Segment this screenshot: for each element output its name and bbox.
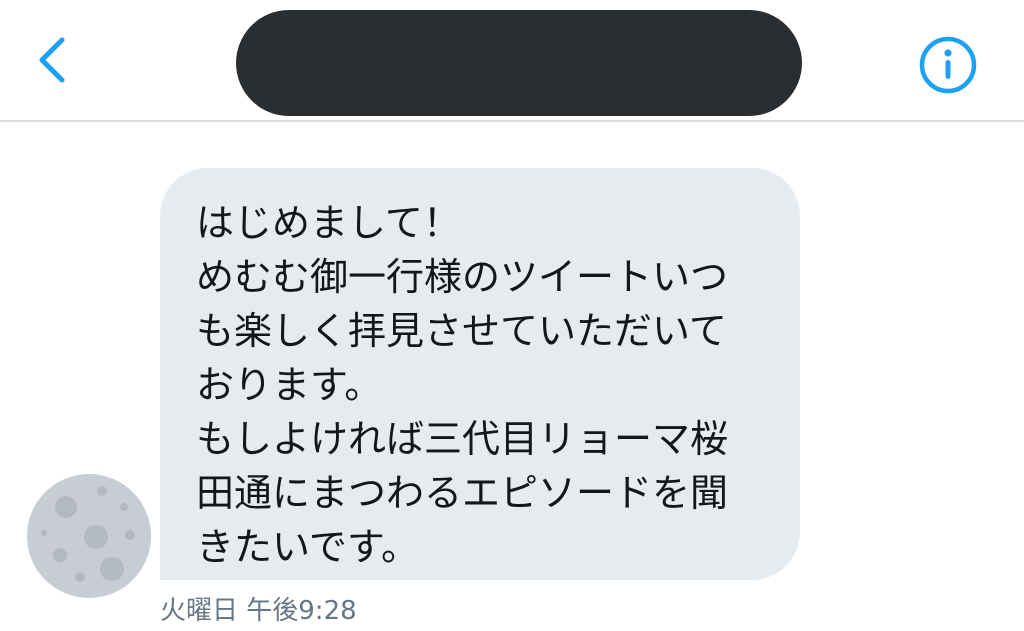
- message-line: はじめまして！: [196, 201, 461, 245]
- message-bubble[interactable]: はじめまして！ めむむ御一行様のツイートいつ も楽しく拝見させていただいて おり…: [160, 168, 800, 580]
- message-timestamp: 火曜日 午後9:28: [160, 596, 357, 626]
- message-line: きたいです。: [196, 525, 420, 569]
- message-line: 田通にまつわるエピソードを聞: [196, 471, 729, 515]
- message-line: おります。: [196, 363, 383, 407]
- chevron-left-icon: [39, 37, 65, 83]
- back-button[interactable]: [28, 30, 78, 90]
- conversation-title-redacted: [236, 10, 802, 116]
- message-line: めむむ御一行様のツイートいつ: [196, 255, 729, 299]
- conversation-header: [0, 0, 1024, 122]
- moon-avatar-icon: [27, 474, 151, 598]
- info-button[interactable]: [916, 33, 980, 97]
- info-circle-icon: [919, 36, 977, 94]
- avatar[interactable]: [26, 473, 152, 599]
- message-line: もしよければ三代目リョーマ桜: [196, 417, 729, 461]
- message-line: も楽しく拝見させていただいて: [196, 309, 727, 353]
